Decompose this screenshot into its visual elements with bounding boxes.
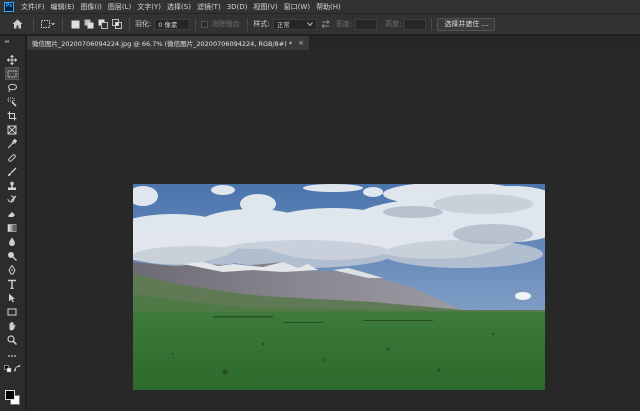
marquee-preset-icon[interactable]	[39, 17, 57, 31]
antialias-label: 消除锯齿	[211, 20, 240, 28]
menu-image[interactable]: 图像(I)	[77, 2, 105, 12]
lasso-tool-icon[interactable]	[5, 81, 19, 94]
options-bar: 羽化: 0 像素 消除锯齿 样式: 正常 宽度: 高度: 选择并遮住 ...	[0, 14, 640, 35]
select-and-mask-button[interactable]: 选择并遮住 ...	[437, 17, 496, 31]
blur-tool-icon[interactable]	[5, 235, 19, 248]
clone-stamp-tool-icon[interactable]	[5, 179, 19, 192]
path-select-tool-icon[interactable]	[5, 291, 19, 304]
width-input[interactable]	[355, 18, 378, 30]
move-tool-icon[interactable]	[5, 53, 19, 66]
style-label: 样式:	[253, 20, 270, 28]
chevron-down-icon	[306, 22, 313, 26]
feather-label: 羽化:	[135, 20, 152, 28]
divider	[247, 17, 249, 31]
menu-file[interactable]: 文件(F)	[18, 2, 48, 12]
menu-layer[interactable]: 图层(L)	[105, 2, 134, 12]
height-input[interactable]	[404, 18, 427, 30]
menu-filter[interactable]: 滤镜(T)	[194, 2, 224, 12]
swap-dimensions-icon[interactable]	[320, 17, 332, 31]
history-brush-tool-icon[interactable]	[5, 193, 19, 206]
style-select[interactable]: 正常	[272, 18, 317, 30]
menu-help[interactable]: 帮助(H)	[313, 2, 344, 12]
menu-3d[interactable]: 3D(D)	[224, 3, 251, 11]
canvas-area[interactable]	[27, 50, 640, 411]
type-tool-icon[interactable]	[5, 277, 19, 290]
menu-edit[interactable]: 编辑(E)	[48, 2, 78, 12]
divider	[431, 17, 433, 31]
divider	[129, 17, 130, 31]
document-image[interactable]	[133, 184, 545, 390]
rectangle-tool-icon[interactable]	[5, 305, 19, 318]
healing-brush-tool-icon[interactable]	[5, 151, 19, 164]
swap-colors-icon[interactable]	[14, 365, 22, 373]
divider	[33, 17, 34, 31]
document-tab-title: 微信图片_20200706094224.jpg @ 66.7% (微信图片_20…	[32, 40, 293, 48]
menu-select[interactable]: 选择(S)	[164, 2, 194, 12]
subtract-selection-icon[interactable]	[96, 17, 110, 31]
crop-tool-icon[interactable]	[5, 109, 19, 122]
document-tab-bar: 微信图片_20200706094224.jpg @ 66.7% (微信图片_20…	[27, 36, 640, 50]
new-selection-icon[interactable]	[68, 17, 82, 31]
antialias-checkbox[interactable]	[201, 20, 209, 28]
landscape-photo	[133, 184, 545, 390]
eraser-tool-icon[interactable]	[5, 207, 19, 220]
default-colors-icon[interactable]	[4, 365, 12, 373]
width-label: 宽度:	[335, 20, 353, 28]
home-icon[interactable]	[6, 17, 28, 31]
menu-view[interactable]: 视图(V)	[250, 2, 280, 12]
add-selection-icon[interactable]	[82, 17, 96, 31]
eyedropper-tool-icon[interactable]	[5, 137, 19, 150]
brush-tool-icon[interactable]	[5, 165, 19, 178]
feather-input[interactable]: 0 像素	[154, 18, 191, 30]
more-tools-icon[interactable]	[5, 349, 19, 362]
height-label: 高度:	[385, 20, 402, 28]
style-select-value: 正常	[276, 21, 290, 29]
menu-window[interactable]: 窗口(W)	[281, 2, 313, 12]
menu-bar: Ps 文件(F) 编辑(E) 图像(I) 图层(L) 文字(Y) 选择(S) 滤…	[0, 0, 640, 14]
hand-tool-icon[interactable]	[5, 319, 19, 332]
foreground-color-swatch[interactable]	[5, 390, 15, 400]
frame-tool-icon[interactable]	[5, 123, 19, 136]
close-icon[interactable]: ×	[298, 39, 304, 47]
menu-type[interactable]: 文字(Y)	[134, 2, 164, 12]
zoom-tool-icon[interactable]	[5, 333, 19, 346]
panel-grip-icon[interactable]: ◂◂	[4, 38, 9, 45]
tools-panel: ◂◂	[0, 36, 26, 411]
photoshop-logo: Ps	[4, 1, 14, 12]
dodge-tool-icon[interactable]	[5, 249, 19, 262]
pen-tool-icon[interactable]	[5, 263, 19, 276]
divider	[195, 17, 197, 31]
document-tab[interactable]: 微信图片_20200706094224.jpg @ 66.7% (微信图片_20…	[27, 36, 310, 50]
gradient-tool-icon[interactable]	[5, 221, 19, 234]
marquee-tool-icon[interactable]	[5, 67, 19, 80]
quick-select-tool-icon[interactable]	[5, 95, 19, 108]
intersect-selection-icon[interactable]	[110, 17, 124, 31]
divider	[62, 17, 63, 31]
